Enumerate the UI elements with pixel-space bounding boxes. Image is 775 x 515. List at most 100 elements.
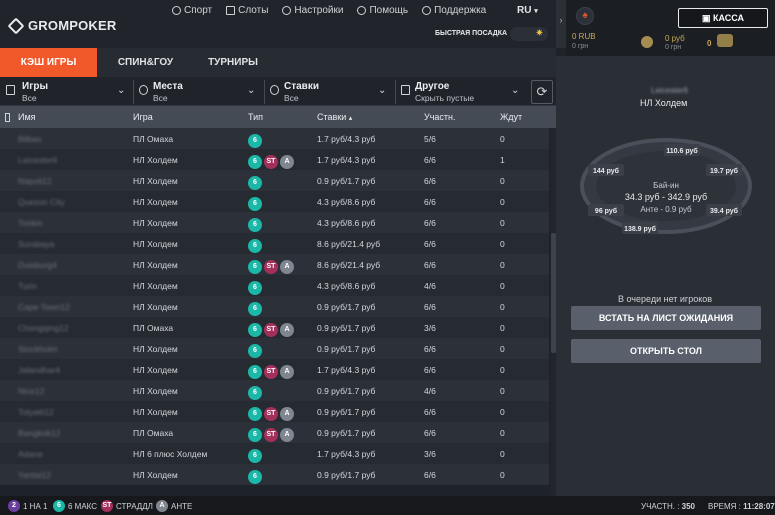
filter-other[interactable]: Другое Скрыть пустые ⌄ [395,77,526,106]
table-row[interactable]: Tonkin НЛ Холдем 6 4.3 руб/8.6 руб 6/6 0 [0,212,549,233]
table-row[interactable]: Napoli12 НЛ Холдем 6 0.9 руб/1.7 руб 6/6 0 [0,170,549,191]
table-row[interactable]: Duisburg4 НЛ Холдем 6 ST A 8.6 руб/21.4 руб 6/… [0,254,549,275]
balance-grn: 0 грн [572,43,589,50]
column-game[interactable]: Игра [133,112,153,122]
seat: 110.6 руб [664,144,700,156]
table-row[interactable]: Quezon City НЛ Холдем 6 4.3 руб/8.6 руб 6/6 0 [0,191,549,212]
row-name: Stockholm [18,344,58,354]
row-stakes: 0.9 руб/1.7 руб [317,428,376,438]
column-type[interactable]: Тип [248,112,263,122]
table-row[interactable]: Stockholm НЛ Холдем 6 0.9 руб/1.7 руб 6/6 0 [0,338,549,359]
table-row[interactable]: Bilbao ПЛ Омаха 6 1.7 руб/4.3 руб 5/6 0 [0,128,549,149]
six-max-badge: 6 [248,260,262,274]
lobby-tabs: КЭШ ИГРЫ СПИН&ГОУ ТУРНИРЫ [0,48,556,77]
table-row[interactable]: Nice12 НЛ Холдем 6 0.9 руб/1.7 руб 4/6 0 [0,380,549,401]
row-waiting: 0 [500,281,505,291]
six-max-badge: 6 [248,449,262,463]
table-row[interactable]: Tolyatti12 НЛ Холдем 6 ST A 0.9 руб/1.7 руб 6/… [0,401,549,422]
table-row[interactable]: Bangkok12 ПЛ Омаха 6 ST A 0.9 руб/1.7 руб 6/6 0 [0,422,549,443]
seat: 96 руб [588,204,624,216]
svg-text:144 руб: 144 руб [593,167,620,175]
filter-games[interactable]: Игры Все ⌄ [0,77,133,106]
row-players: 3/6 [424,449,436,459]
row-waiting: 0 [500,470,505,480]
row-name: Chongqing12 [18,323,69,333]
straddle-badge: ST [264,365,278,379]
spade-icon: ♠ [582,10,588,21]
fast-seat-toggle[interactable]: ✷ [510,27,548,41]
table-row[interactable]: Turin НЛ Холдем 6 4.3 руб/8.6 руб 4/6 0 [0,275,549,296]
table-row[interactable]: Cape Town12 НЛ Холдем 6 0.9 руб/1.7 руб 6/6 0 [0,296,549,317]
language-select[interactable]: RU ▾ [517,5,538,16]
row-stakes: 0.9 руб/1.7 руб [317,386,376,396]
row-game: ПЛ Омаха [133,323,174,333]
seat: 19.7 руб [706,164,742,176]
join-waitlist-button[interactable]: ВСТАТЬ НА ЛИСТ ОЖИДАНИЯ [571,306,761,330]
nav-settings[interactable]: Настройки [282,5,343,16]
straddle-badge: ST [264,428,278,442]
filter-stakes[interactable]: Ставки Все ⌄ [264,77,395,106]
tab-spin-and-go[interactable]: СПИН&ГОУ [97,48,194,77]
row-players: 6/6 [424,365,436,375]
six-max-badge: 6 [248,428,262,442]
chevron-down-icon: ⌄ [378,85,387,96]
filter-seats[interactable]: Места Все ⌄ [133,77,264,106]
brand-name: GROMPOKER [28,18,117,33]
row-players: 3/6 [424,323,436,333]
table-row[interactable]: Jalandhar4 НЛ Холдем 6 ST A 1.7 руб/4.3 руб 6/… [0,359,549,380]
row-game: НЛ Холдем [133,155,178,165]
legend-straddle: ST СТРАДДЛ [101,500,153,512]
collapse-panel-button[interactable]: › [556,0,566,48]
table-header: Имя Игра Тип Ставки ▴ Участн. Ждут [0,106,556,128]
chevron-down-icon: ⌄ [117,85,126,96]
table-row[interactable]: Leicester6 НЛ Холдем 6 ST A 1.7 руб/4.3 руб 6/… [0,149,549,170]
column-players[interactable]: Участн. [424,112,456,122]
nav-support[interactable]: Поддержка [422,5,486,16]
table-preview-panel [556,56,775,496]
lock-icon [5,113,10,122]
seat: 39.4 руб [706,204,742,216]
table-row[interactable]: Surabaya НЛ Холдем 6 8.6 руб/21.4 руб 6/6 0 [0,233,549,254]
balance-rub: 0 RUB [572,32,596,41]
row-name: Jalandhar4 [18,365,61,375]
row-name: Surabaya [18,239,55,249]
avatar[interactable]: ♠ [576,7,594,25]
row-waiting: 0 [500,407,505,417]
six-max-badge: 6 [248,197,262,211]
column-name[interactable]: Имя [18,112,36,122]
row-stakes: 0.9 руб/1.7 руб [317,407,376,417]
row-game: НЛ Холдем [133,407,178,417]
tables-list: Bilbao ПЛ Омаха 6 1.7 руб/4.3 руб 5/6 0 Leices… [0,128,549,500]
column-waiting[interactable]: Ждут [500,112,522,122]
row-players: 6/6 [424,218,436,228]
gear-icon [282,6,292,15]
token-icon [717,34,733,47]
six-max-badge: 6 [248,470,262,484]
row-game: НЛ Холдем [133,344,178,354]
table-row[interactable]: Yantai12 НЛ Холдем 6 0.9 руб/1.7 руб 6/6 0 [0,464,549,485]
cashier-button[interactable]: ▣ КАССА [678,8,768,28]
row-stakes: 0.9 руб/1.7 руб [317,470,376,480]
table-row[interactable]: Adana НЛ 6 плюс Холдем 6 1.7 руб/4.3 руб 3/6… [0,443,549,464]
six-max-badge: 6 [248,302,262,316]
nav-help[interactable]: Помощь [357,5,408,16]
row-players: 6/6 [424,155,436,165]
table-row[interactable]: Chongqing12 ПЛ Омаха 6 ST A 0.9 руб/1.7 руб 3/… [0,317,549,338]
nav-sport[interactable]: Спорт [172,5,212,16]
six-max-badge: 6 [248,176,262,190]
tab-cash-games[interactable]: КЭШ ИГРЫ [0,48,97,77]
row-waiting: 0 [500,449,505,459]
six-max-badge: 6 [248,155,262,169]
refresh-button[interactable]: ⟳ [531,80,553,104]
tab-tournaments[interactable]: ТУРНИРЫ [194,48,272,77]
svg-text:39.4 руб: 39.4 руб [710,207,739,215]
row-waiting: 0 [500,260,505,270]
ante-badge: A [280,155,294,169]
queue-status: В очереди нет игроков [618,294,713,304]
row-name: Napoli12 [18,176,52,186]
row-waiting: 1 [500,155,505,165]
nav-slots[interactable]: Слоты [226,5,268,16]
open-table-button[interactable]: ОТКРЫТЬ СТОЛ [571,339,761,363]
column-stakes[interactable]: Ставки ▴ [317,112,352,122]
logo[interactable]: GROMPOKER [7,17,117,34]
